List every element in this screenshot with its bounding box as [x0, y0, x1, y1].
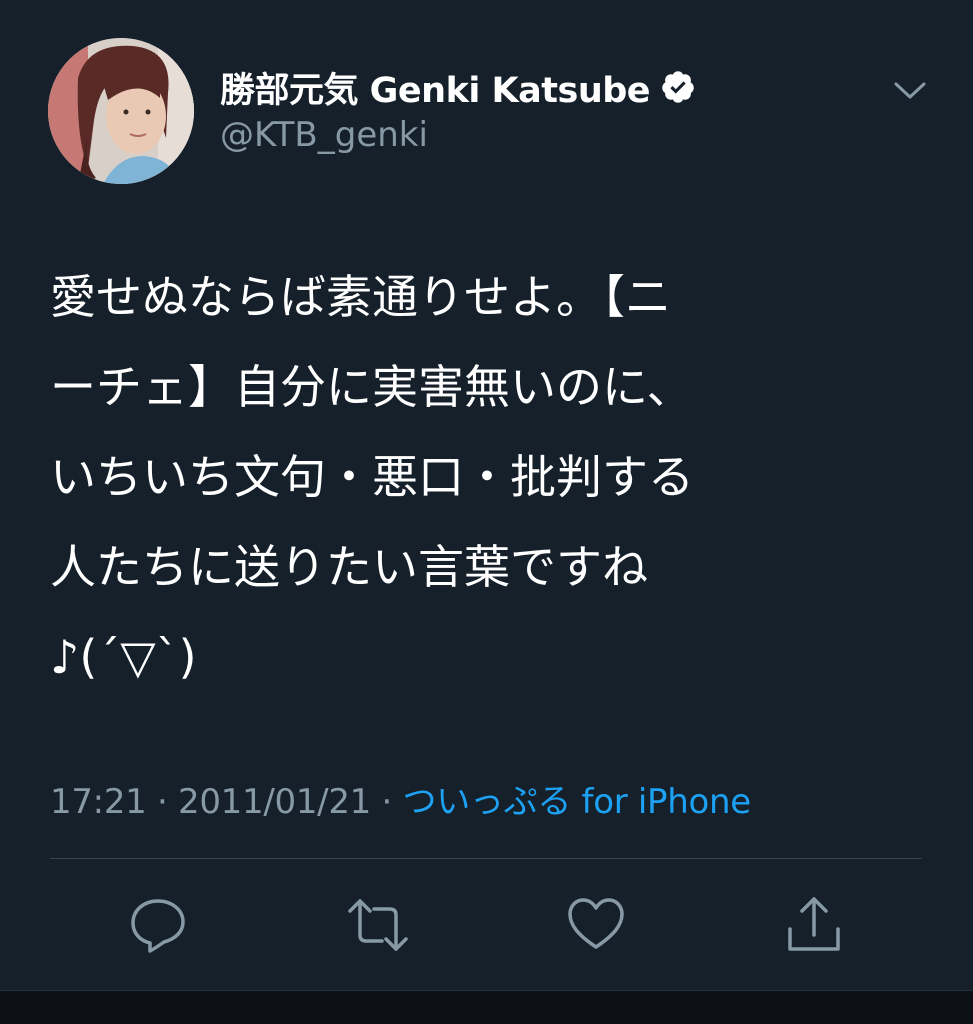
tweet-text-line: ーチェ】自分に実害無いのに、 [50, 360, 693, 414]
divider [50, 858, 922, 859]
reply-icon [131, 899, 185, 953]
verified-badge-icon [660, 69, 696, 105]
tweet-text-line: 人たちに送りたい言葉ですね [50, 540, 648, 594]
tweet-text: 愛せぬならば素通りせよ。【ニ ーチェ】自分に実害無いのに、 いちいち文句・悪口・… [50, 252, 900, 702]
author-name[interactable]: 勝部元気 Genki Katsube [220, 62, 696, 112]
heart-icon [568, 898, 624, 949]
tweet-text-line: 愛せぬならば素通りせよ。【ニ [50, 270, 671, 324]
meta-separator: · [370, 782, 403, 822]
retweet-icon [348, 899, 408, 951]
tweet-metadata: 17:21 · 2011/01/21 · ついっぷる for iPhone [50, 774, 751, 823]
author-handle[interactable]: @KTB_genki [220, 115, 428, 155]
meta-separator: · [146, 782, 179, 822]
share-button[interactable] [784, 895, 844, 955]
tweet-card: 勝部元気 Genki Katsube @KTB_genki 愛せぬならば素通りせ… [0, 0, 973, 990]
display-name[interactable]: 勝部元気 Genki Katsube [220, 62, 651, 113]
like-button[interactable] [566, 895, 626, 955]
tweet-text-line: ♪(´▽`) [50, 630, 197, 684]
avatar[interactable] [48, 38, 194, 184]
tweet-text-line: いちいち文句・悪口・批判する [50, 450, 694, 504]
tweet-time[interactable]: 17:21 [50, 782, 147, 822]
tweet-source-link[interactable]: ついっぷる for iPhone [403, 782, 752, 822]
tweet-date[interactable]: 2011/01/21 [178, 782, 371, 822]
action-bar [0, 895, 973, 955]
retweet-button[interactable] [346, 895, 408, 955]
share-icon [788, 897, 840, 951]
reply-button[interactable] [128, 895, 188, 955]
chevron-down-icon[interactable] [888, 68, 932, 112]
bottom-bar [0, 990, 973, 1024]
